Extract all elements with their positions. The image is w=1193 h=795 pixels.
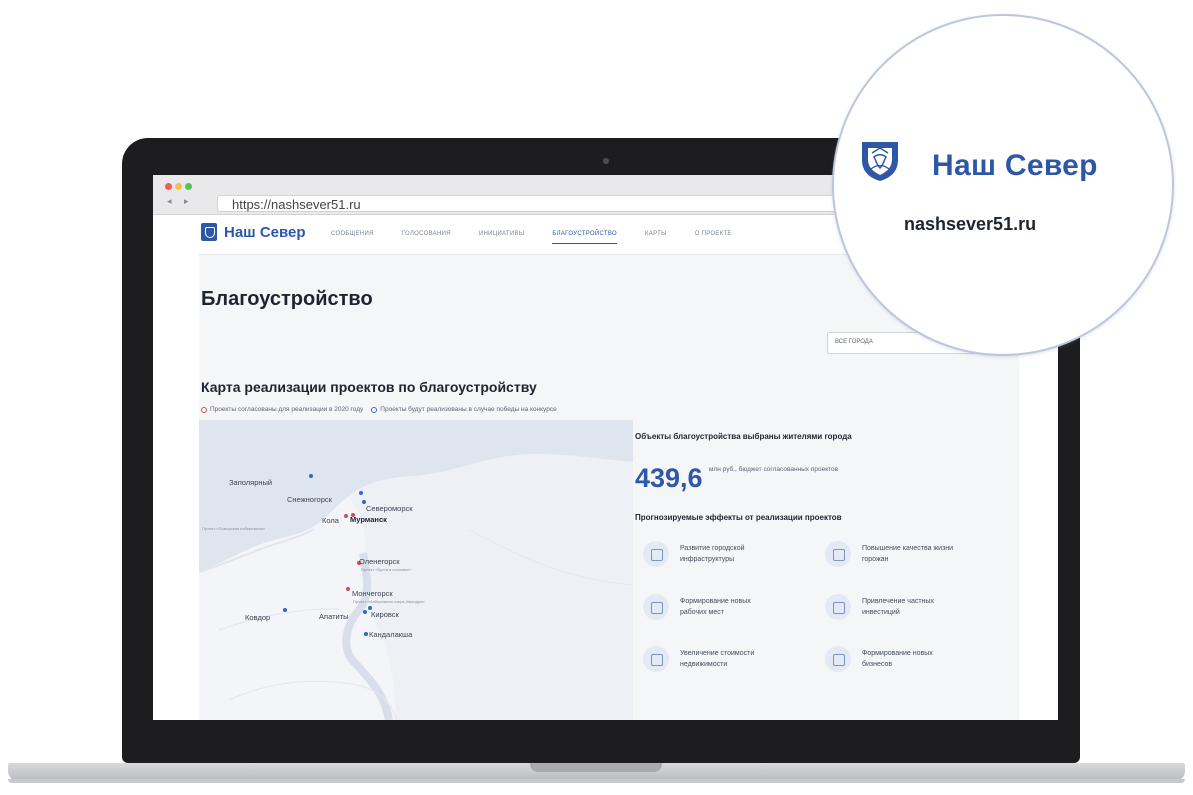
coat-of-arms-icon [201,223,217,241]
effect-text: Привлечение частных инвестиций [862,598,934,616]
kola-peninsula-map [199,420,633,720]
city-label-kola: Кола [322,516,339,525]
map-legend: Проекты согласованы для реализации в 202… [201,406,557,413]
effect-text: Повышение качества жизни горожан [862,545,954,563]
minimize-window-button[interactable] [175,183,182,190]
effect-item: Привлечение частных инвестиций [825,594,960,620]
red-marker-icon [201,406,207,413]
address-bar[interactable]: https://nashsever51.ru [217,195,907,212]
city-label-severomorsk: Североморск [366,504,413,513]
city-select-value: ВСЕ ГОРОДА [835,339,873,345]
city-label-zapolyarny: Заполярный [229,478,273,487]
page-title: Благоустройство [201,288,373,310]
nav-initiatives[interactable]: ИНИЦИАТИВЫ [479,231,525,244]
effect-item: Увеличение стоимости недвижимости [643,646,778,672]
effect-text: Формирование новых рабочих мест [680,598,751,616]
effects-title: Прогнозируемые эффекты от реализации про… [635,513,842,522]
investment-icon [825,594,851,620]
city-label-murmansk: Мурманск [350,515,387,524]
city-marker-kandalaksha[interactable] [364,632,368,636]
zoomed-logo-callout: Наш Север nashsever51.ru [832,14,1174,356]
city-marker-zapolyarny[interactable] [309,474,313,478]
site-logo-text: Наш Север [224,223,306,241]
maximize-window-button[interactable] [185,183,192,190]
city-label-kandalaksha: Кандалакша [369,630,413,639]
laptop-opening-notch [530,763,662,772]
city-marker-snezhnogorsk[interactable] [359,491,363,495]
project-note-olenegorsk: Проект «Бухта в сосновке» [361,567,412,572]
laptop-foot [8,779,1185,783]
briefcase-icon [643,594,669,620]
coat-of-arms-icon [862,142,898,181]
city-marker-apatity[interactable] [363,610,367,614]
effect-item: Развитие городской инфраструктуры [643,541,778,567]
info-title: Объекты благоустройства выбраны жителями… [635,432,852,441]
close-window-button[interactable] [165,183,172,190]
site-logo[interactable]: Наш Север [201,223,306,241]
city-label-kovdor: Ковдор [245,613,271,622]
city-label-olenegorsk: Оленегорск [359,557,400,566]
nav-votes[interactable]: ГОЛОСОВАНИЯ [402,231,451,244]
budget-description: млн руб., бюджет согласованных проектов [709,466,839,473]
effect-item: Формирование новых бизнесов [825,646,960,672]
effect-item: Формирование новых рабочих мест [643,594,778,620]
city-marker-kovdor[interactable] [283,608,287,612]
quality-of-life-icon [825,541,851,567]
city-label-apatity: Апатиты [319,612,349,621]
effect-item: Повышение качества жизни горожан [825,541,960,567]
legend-contest-projects: Проекты будут реализованы в случае побед… [380,406,557,413]
zoomed-domain: nashsever51.ru [904,214,1037,234]
effect-text: Развитие городской инфраструктуры [680,545,745,563]
project-info-panel: Объекты благоустройства выбраны жителями… [635,420,1019,720]
forward-arrow-icon[interactable]: ▸ [184,197,189,207]
nav-about[interactable]: О ПРОЕКТЕ [695,231,732,244]
main-navigation: СООБЩЕНИЯ ГОЛОСОВАНИЯ ИНИЦИАТИВЫ БЛАГОУС… [331,231,760,244]
nav-improvement-active[interactable]: БЛАГОУСТРОЙСТВО [552,231,617,244]
city-label-monchegorsk: Мончегорск [352,589,393,598]
project-note-murmansk: Проект «Поморская набережная» [202,526,265,531]
url-text: https://nashsever51.ru [232,197,361,212]
effect-text: Увеличение стоимости недвижимости [680,650,755,668]
legend-approved-projects: Проекты согласованы для реализации в 202… [210,406,364,413]
nav-maps[interactable]: КАРТЫ [645,231,667,244]
city-marker-monchegorsk[interactable] [346,587,350,591]
building-icon [643,646,669,672]
project-note-monchegorsk: Проект «Набережная озера Имандра» [353,599,425,604]
shop-icon [825,646,851,672]
city-marker-kola[interactable] [344,514,348,518]
webcam [603,158,609,164]
city-label-kirovsk: Кировск [371,610,399,619]
back-arrow-icon[interactable]: ◂ [167,197,172,207]
zoomed-logo-title: Наш Север [932,149,1098,182]
blue-marker-icon [371,406,378,413]
map-section-title: Карта реализации проектов по благоустрой… [201,379,537,395]
city-label-snezhnogorsk: Снежногорск [287,495,332,504]
projects-map[interactable]: Заполярный Снежногорск Североморск Кола … [199,420,633,720]
infrastructure-icon [643,541,669,567]
nav-messages[interactable]: СООБЩЕНИЯ [331,231,374,244]
budget-value: 439,6 [635,463,703,493]
effect-text: Формирование новых бизнесов [862,650,933,668]
